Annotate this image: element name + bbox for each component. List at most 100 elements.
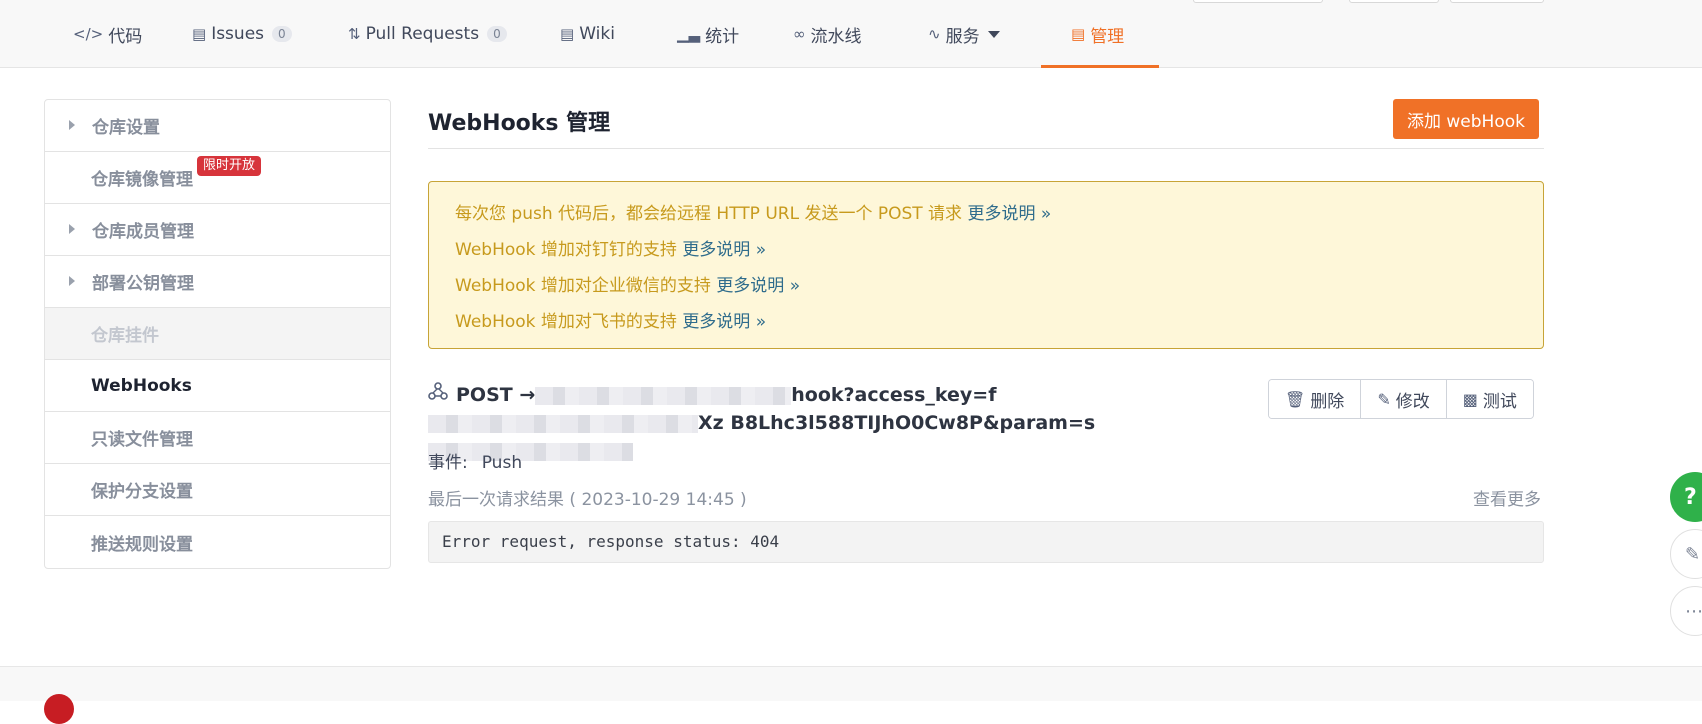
- expand-arrow-icon: [69, 120, 75, 130]
- webhook-url-part: B8Lhc3l588TIJhO0Cw8P&param=s: [730, 412, 1096, 434]
- header-button-edge[interactable]: [1349, 0, 1439, 3]
- sidebar-item-member-management[interactable]: 仓库成员管理: [45, 204, 390, 256]
- event-label: 事件:: [428, 453, 468, 473]
- sidebar-item-label: 仓库镜像管理: [91, 170, 193, 190]
- webhook-url-part: hook?access_key=f: [791, 384, 997, 406]
- test-button[interactable]: ▩ 测试: [1446, 380, 1533, 418]
- sidebar-item-push-rules[interactable]: 推送规则设置: [45, 516, 390, 568]
- title-divider: [428, 148, 1544, 149]
- pipeline-icon: ∞: [793, 25, 806, 43]
- sidebar-item-widgets: 仓库挂件: [45, 308, 390, 360]
- footer: [0, 666, 1702, 701]
- sidebar-item-label: 保护分支设置: [91, 482, 193, 502]
- sidebar-item-label: WebHooks: [91, 375, 192, 396]
- edit-icon: ✎: [1377, 389, 1391, 409]
- notice-line: WebHook 增加对企业微信的支持 更多说明 »: [455, 271, 800, 296]
- help-button[interactable]: ?: [1670, 472, 1702, 522]
- notice-line: WebHook 增加对飞书的支持 更多说明 »: [455, 307, 766, 332]
- issues-icon: ▤: [192, 25, 207, 43]
- tab-manage[interactable]: ▤ 管理: [1071, 0, 1124, 68]
- feedback-icon: ✎: [1685, 543, 1701, 565]
- webhook-url[interactable]: POST → hook?access_key=f Xz B8Lhc3l588TIJh…: [428, 381, 1258, 465]
- notice-text: 每次您 push 代码后，都会给远程 HTTP URL 发送一个 POST 请求: [455, 204, 968, 224]
- sidebar-item-protected-branches[interactable]: 保护分支设置: [45, 464, 390, 516]
- tab-label: 管理: [1090, 26, 1125, 47]
- webhook-method: POST →: [456, 384, 536, 406]
- chevron-down-icon: [987, 30, 1000, 38]
- add-webhook-button[interactable]: 添加 webHook: [1393, 99, 1539, 139]
- notice-text: WebHook 增加对飞书的支持: [455, 312, 683, 332]
- delete-button[interactable]: 🗑 删除: [1269, 380, 1362, 418]
- tab-label: 统计: [705, 26, 740, 47]
- more-info-link[interactable]: 更多说明 »: [967, 204, 1051, 224]
- tab-label: 服务: [945, 26, 980, 47]
- redacted-text: [535, 386, 792, 405]
- manage-icon: ▤: [1071, 25, 1086, 43]
- sidebar-item-label: 部署公钥管理: [92, 274, 194, 294]
- issues-count-badge: 0: [272, 26, 292, 42]
- chat-icon: ⋯: [1685, 600, 1702, 622]
- event-value: Push: [481, 453, 523, 473]
- tab-stats[interactable]: ▁▃ 统计: [677, 0, 739, 68]
- tab-wiki[interactable]: ▤ Wiki: [560, 0, 615, 68]
- tab-label: Pull Requests: [365, 24, 480, 44]
- notice-line: WebHook 增加对钉钉的支持 更多说明 »: [455, 235, 766, 260]
- expand-arrow-icon: [69, 224, 75, 234]
- header-button-edge[interactable]: [1450, 0, 1544, 3]
- chat-button[interactable]: ⋯: [1670, 586, 1702, 636]
- pull-request-icon: ⇅: [348, 25, 361, 43]
- tab-label: Issues: [211, 24, 265, 44]
- more-info-link[interactable]: 更多说明 »: [682, 312, 766, 332]
- service-icon: ∿: [928, 25, 941, 43]
- sidebar-item-readonly-files[interactable]: 只读文件管理: [45, 412, 390, 464]
- stats-icon: ▁▃: [677, 25, 701, 43]
- sidebar-item-label: 推送规则设置: [91, 534, 193, 555]
- notice-text: WebHook 增加对钉钉的支持: [455, 240, 683, 260]
- more-info-link[interactable]: 更多说明 »: [682, 240, 766, 260]
- redacted-text: [428, 414, 698, 433]
- webhook-notice-panel: 每次您 push 代码后，都会给远程 HTTP URL 发送一个 POST 请求…: [428, 181, 1544, 349]
- header-button-edge[interactable]: [1193, 0, 1323, 3]
- tab-label: Wiki: [579, 24, 615, 44]
- pull-requests-count-badge: 0: [487, 26, 507, 42]
- trash-icon: 🗑: [1285, 389, 1306, 409]
- feedback-button[interactable]: ✎: [1670, 529, 1702, 579]
- sidebar-item-label: 只读文件管理: [91, 430, 193, 450]
- webhook-url-part: Xz: [698, 412, 724, 434]
- sidebar-item-label: 仓库成员管理: [92, 222, 194, 242]
- logo-icon: [44, 694, 74, 724]
- repo-tab-bar: </> 代码 ▤ Issues 0 ⇅ Pull Requests 0 ▤ Wi…: [0, 0, 1702, 68]
- tab-code[interactable]: </> 代码: [73, 0, 142, 68]
- sidebar-item-label: 仓库设置: [92, 118, 160, 138]
- notice-line: 每次您 push 代码后，都会给远程 HTTP URL 发送一个 POST 请求…: [455, 199, 1051, 224]
- webhook-actions: 🗑 删除 ✎ 修改 ▩ 测试: [1268, 379, 1534, 419]
- page-title: WebHooks 管理: [428, 111, 611, 136]
- tab-label: 代码: [108, 26, 143, 47]
- button-label: 修改: [1395, 391, 1430, 412]
- terminal-icon: ▩: [1462, 389, 1478, 409]
- tab-service[interactable]: ∿ 服务: [928, 0, 1000, 68]
- edit-button[interactable]: ✎ 修改: [1361, 380, 1447, 418]
- last-request-result: 最后一次请求结果 ( 2023-10-29 14:45 ): [428, 490, 747, 510]
- limited-open-badge: 限时开放: [197, 156, 262, 176]
- help-icon: ?: [1684, 484, 1697, 510]
- button-label: 测试: [1482, 391, 1517, 412]
- notice-text: WebHook 增加对企业微信的支持: [455, 276, 717, 296]
- sidebar-item-deploy-keys[interactable]: 部署公钥管理: [45, 256, 390, 308]
- view-more-link[interactable]: 查看更多: [1473, 485, 1541, 510]
- tab-pull-requests[interactable]: ⇅ Pull Requests 0: [348, 0, 507, 68]
- tab-label: 流水线: [810, 26, 862, 47]
- expand-arrow-icon: [69, 276, 75, 286]
- button-label: 删除: [1310, 391, 1345, 412]
- more-info-link[interactable]: 更多说明 »: [716, 276, 800, 296]
- code-icon: </>: [73, 25, 104, 43]
- sidebar-item-webhooks[interactable]: WebHooks: [45, 360, 390, 412]
- webhook-event: 事件: Push: [428, 448, 522, 473]
- tab-issues[interactable]: ▤ Issues 0: [192, 0, 292, 68]
- wiki-icon: ▤: [560, 25, 575, 43]
- sidebar-item-label: 仓库挂件: [91, 326, 159, 346]
- tab-pipeline[interactable]: ∞ 流水线: [793, 0, 862, 68]
- sidebar-item-repo-settings[interactable]: 仓库设置: [45, 100, 390, 152]
- active-tab-indicator: [1041, 65, 1159, 68]
- response-output: Error request, response status: 404: [428, 521, 1544, 563]
